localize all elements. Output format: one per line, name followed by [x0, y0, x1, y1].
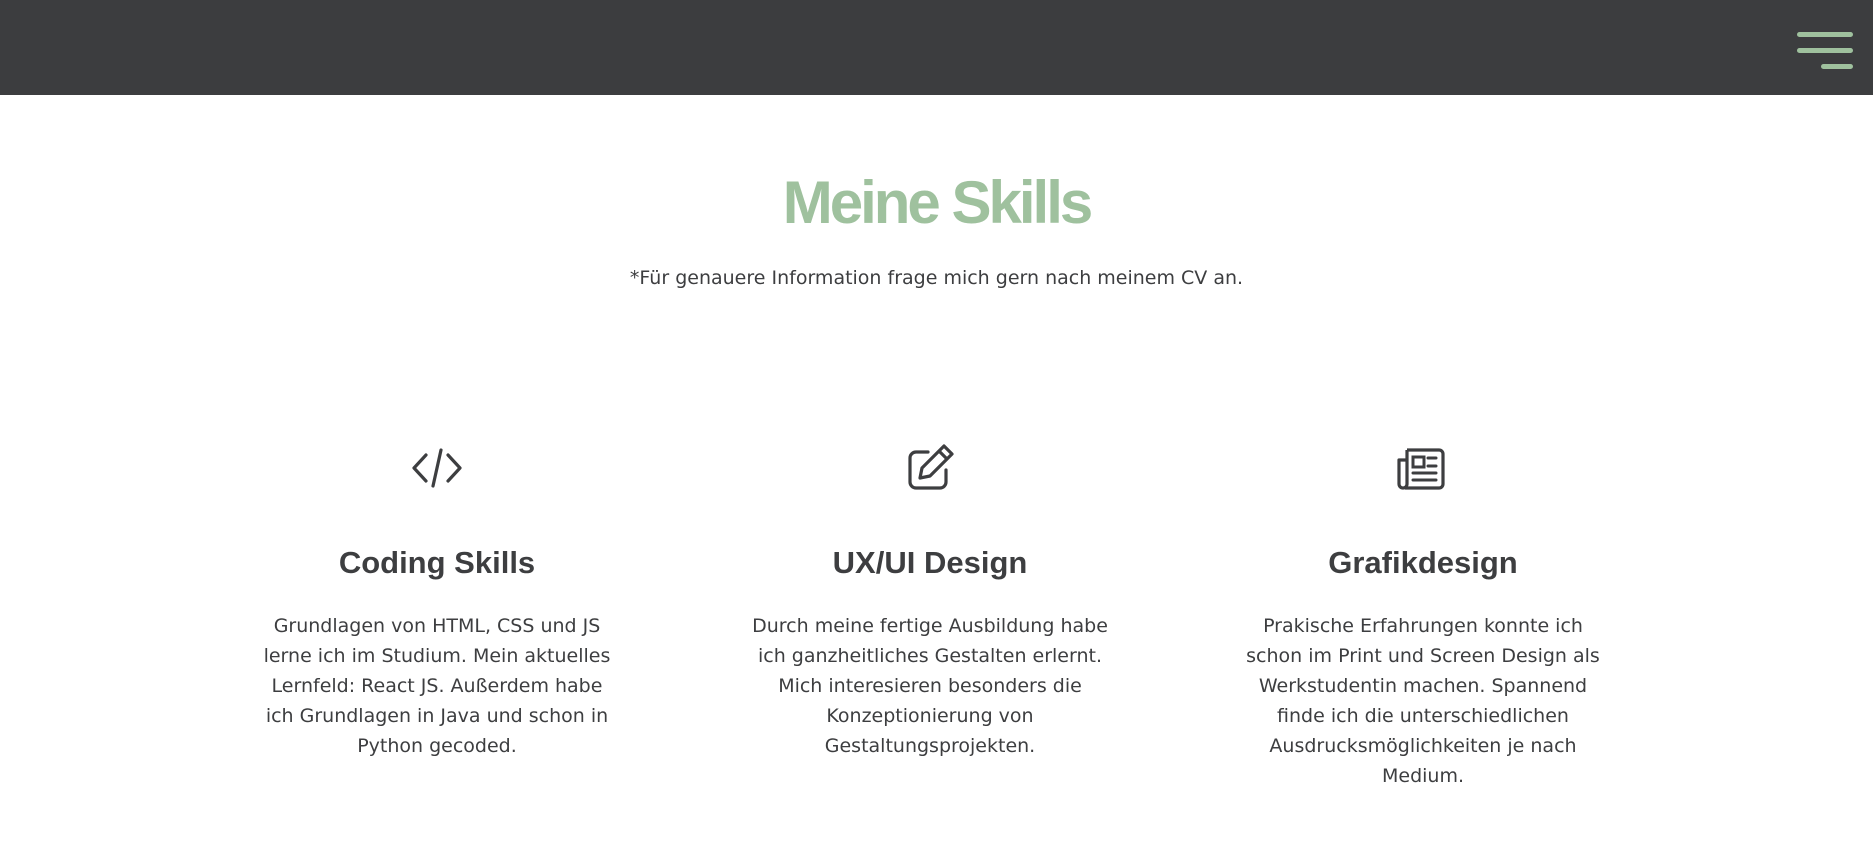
cv-note: *Für genauere Information frage mich ger…	[629, 267, 1244, 289]
skill-card-title: Coding Skills	[338, 545, 536, 580]
skill-card-title: UX/UI Design	[832, 545, 1028, 580]
menu-line	[1821, 64, 1853, 69]
hamburger-menu-icon[interactable]	[1797, 30, 1853, 72]
skill-card-text: Prakische Erfahrungen konnte ich schon i…	[1246, 615, 1600, 788]
menu-line	[1797, 48, 1853, 53]
menu-line	[1797, 32, 1853, 37]
code-icon	[412, 448, 462, 488]
skill-card-coding: Coding Skills Grundlagen von HTML, CSS u…	[252, 440, 622, 761]
skill-card-grafikdesign: Grafikdesign Prakische Erfahrungen konnt…	[1238, 440, 1608, 791]
skills-section: Meine Skills *Für genauere Information f…	[0, 95, 1873, 854]
skill-card-text: Durch meine fertige Ausbildung habe ich …	[752, 615, 1108, 758]
top-navigation-bar	[0, 0, 1873, 95]
section-title: Meine Skills	[782, 169, 1093, 236]
skill-card-title: Grafikdesign	[1328, 545, 1518, 580]
skill-card-ux-ui: UX/UI Design Durch meine fertige Ausbild…	[745, 440, 1115, 761]
newspaper-icon	[1397, 448, 1445, 490]
skill-card-text: Grundlagen von HTML, CSS und JS lerne ic…	[263, 615, 611, 758]
pen-to-square-icon	[908, 444, 954, 490]
